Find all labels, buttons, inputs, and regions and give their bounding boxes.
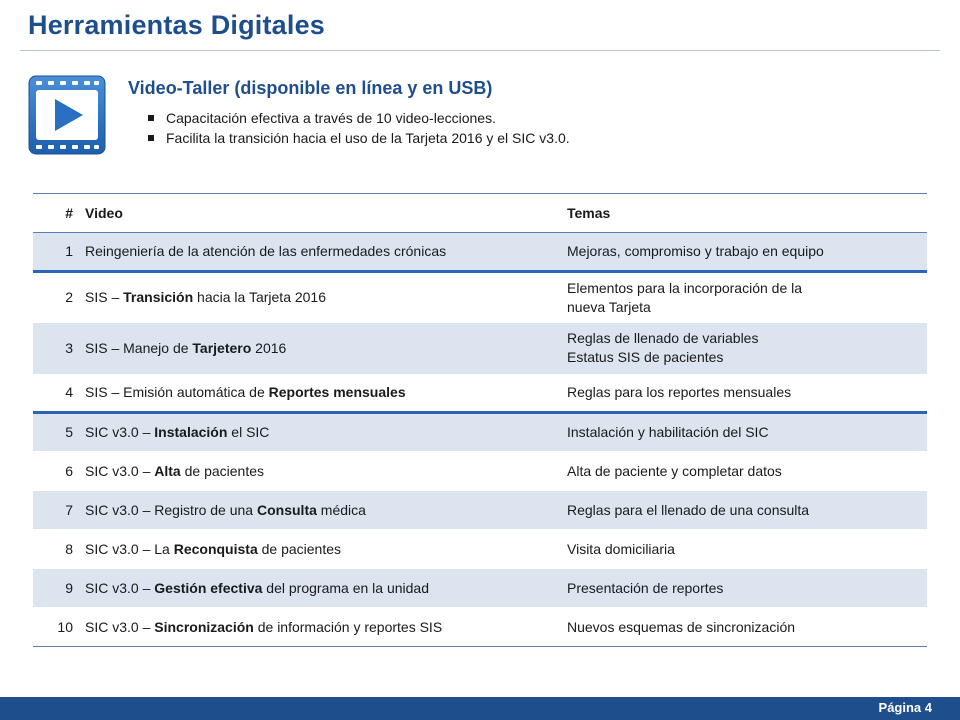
- topics-cell: Mejoras, compromiso y trabajo en equipo: [561, 232, 927, 272]
- video-title: Reingeniería de la atención de las enfer…: [79, 232, 561, 272]
- video-title-emphasis: Consulta: [257, 501, 317, 518]
- topic-line: Alta de paciente y completar datos: [567, 462, 782, 479]
- row-number: 5: [33, 411, 79, 452]
- row-number: 3: [33, 322, 79, 374]
- title-divider: [20, 50, 940, 51]
- row-number: 7: [33, 490, 79, 530]
- video-title-emphasis: Transición: [123, 289, 194, 305]
- video-title-emphasis: Tarjetero: [192, 339, 252, 356]
- topic-line: Reglas para los reportes mensuales: [567, 383, 792, 400]
- header-num: #: [33, 193, 79, 233]
- bullet-item: Capacitación efectiva a través de 10 vid…: [146, 108, 570, 128]
- page-title: Herramientas Digitales: [28, 10, 326, 40]
- video-title-emphasis: Sincronización: [154, 618, 254, 635]
- topics-cell: Presentación de reportes: [561, 568, 927, 608]
- topic-line: Visita domiciliaria: [567, 540, 675, 557]
- video-title-text: de información y reportes SIS: [253, 618, 443, 635]
- topics-cell: Visita domiciliaria: [561, 529, 927, 569]
- table-row: 6 SIC v3.0 – Alta de pacientes Alta de pac…: [33, 451, 927, 491]
- table-header-row: # Video Temas: [33, 193, 927, 233]
- video-title-emphasis: Reconquista: [173, 540, 258, 557]
- topics-cell: Instalación y habilitación del SIC: [561, 411, 927, 452]
- video-title-text: del programa en la unidad: [262, 579, 429, 596]
- video-title: SIC v3.0 – Alta de pacientes: [79, 451, 561, 491]
- topic-line: Reglas para el llenado de una consulta: [567, 501, 810, 518]
- row-number: 4: [65, 383, 73, 400]
- video-title-text: de pacientes: [257, 540, 342, 557]
- row-number: 6: [33, 451, 79, 491]
- video-title-emphasis: Reportes mensuales: [268, 383, 406, 400]
- video-title: SIC v3.0 – Instalación el SIC: [79, 411, 561, 452]
- video-title: SIC v3.0 – Registro de una Consulta médi…: [79, 490, 561, 530]
- video-title: SIS – Manejo de Tarjetero 2016: [79, 322, 561, 374]
- table-body: 1 Reingeniería de la atención de las enfe…: [33, 232, 927, 647]
- footer-bar: Página 4: [0, 697, 960, 720]
- video-title-text: de pacientes: [180, 462, 265, 479]
- video-play-icon: [28, 75, 106, 155]
- bullet-list: Capacitación efectiva a través de 10 vid…: [146, 108, 570, 148]
- topic-line: Presentación de reportes: [567, 579, 724, 596]
- video-title-text: SIC v3.0 –: [85, 424, 155, 440]
- video-title-text: SIS – Manejo de: [85, 339, 193, 356]
- table-row: 9 SIC v3.0 – Gestión efectiva del program…: [33, 568, 927, 608]
- page-number: Página 4: [878, 700, 932, 715]
- table-row: 3 SIS – Manejo de Tarjetero 2016 Reglas de…: [33, 322, 927, 374]
- header-video: Video: [79, 193, 561, 233]
- video-title: SIS – Transición hacia la Tarjeta 2016: [79, 270, 561, 323]
- video-title-emphasis: Instalación: [154, 424, 228, 440]
- topics-cell: Nuevos esquemas de sincronización: [561, 607, 927, 647]
- video-title-text: SIS –: [85, 289, 124, 305]
- video-title-text: SIC v3.0 – La: [85, 540, 174, 557]
- video-title: SIC v3.0 – La Reconquista de pacientes: [79, 529, 561, 569]
- topic-line: Estatus SIS de pacientes: [567, 349, 724, 366]
- row-number: 9: [33, 568, 79, 608]
- topics-cell: Reglas para el llenado de una consulta: [561, 490, 927, 530]
- video-title-emphasis: Alta: [154, 462, 181, 479]
- table-row: 2 SIS – Transición hacia la Tarjeta 2016 E…: [33, 270, 927, 323]
- topic-line: nueva Tarjeta: [567, 298, 651, 315]
- video-title-text: SIC v3.0 –: [85, 462, 155, 479]
- video-title-text: SIC v3.0 –: [85, 579, 155, 596]
- topics-cell: Elementos para la incorporación de la nue…: [561, 270, 927, 323]
- video-title: SIC v3.0 – Sincronización de información…: [79, 607, 561, 647]
- table-row: 8 SIC v3.0 – La Reconquista de pacientes V…: [33, 529, 927, 569]
- row-number: 8: [33, 529, 79, 569]
- header-topics: Temas: [561, 193, 927, 233]
- video-title-text: médica: [316, 501, 366, 518]
- video-topics-table: # Video Temas 1 Reingeniería de la atenci…: [33, 193, 927, 647]
- section-heading: Video-Taller (disponible en línea y en U…: [128, 78, 493, 98]
- topics-cell: Alta de paciente y completar datos: [561, 451, 927, 491]
- topics-cell: Reglas para los reportes mensuales: [561, 374, 927, 413]
- video-title-text: el SIC: [227, 424, 270, 440]
- bullet-item: Facilita la transición hacia el uso de l…: [146, 128, 570, 148]
- video-title: SIS – Emisión automática de Reportes men…: [79, 374, 561, 413]
- video-title-emphasis: Gestión efectiva: [154, 579, 263, 596]
- table-row: 1 Reingeniería de la atención de las enfe…: [33, 232, 927, 272]
- topic-line: Reglas de llenado de variables: [567, 330, 759, 347]
- row-number: 10: [33, 607, 79, 647]
- topic-line: Instalación y habilitación del SIC: [567, 424, 769, 440]
- topic-line: Nuevos esquemas de sincronización: [567, 618, 796, 635]
- topic-line: Mejoras, compromiso y trabajo en equipo: [567, 243, 824, 259]
- row-number: 1: [33, 232, 79, 272]
- video-title-text: Reingeniería de la atención de las enfer…: [85, 243, 447, 259]
- table-row: 10 SIC v3.0 – Sincronización de informaci…: [33, 607, 927, 647]
- video-title-text: 2016: [251, 339, 287, 356]
- topic-line: Elementos para la incorporación de la: [567, 279, 803, 296]
- video-title: SIC v3.0 – Gestión efectiva del programa…: [79, 568, 561, 608]
- row-number: 2: [33, 270, 79, 323]
- video-title-text: SIC v3.0 – Registro de una: [85, 501, 257, 518]
- table-row: 4 SIS – Emisión automática de Reportes me…: [33, 374, 927, 413]
- topics-cell: Reglas de llenado de variables Estatus SI…: [561, 322, 927, 374]
- table-row: 7 SIC v3.0 – Registro de una Consulta méd…: [33, 490, 927, 530]
- video-title-text: hacia la Tarjeta 2016: [193, 289, 327, 305]
- video-title-text: SIS – Emisión automática de: [85, 383, 269, 400]
- table-row: 5 SIC v3.0 – Instalación el SIC Instalació…: [33, 411, 927, 452]
- video-title-text: SIC v3.0 –: [85, 618, 155, 635]
